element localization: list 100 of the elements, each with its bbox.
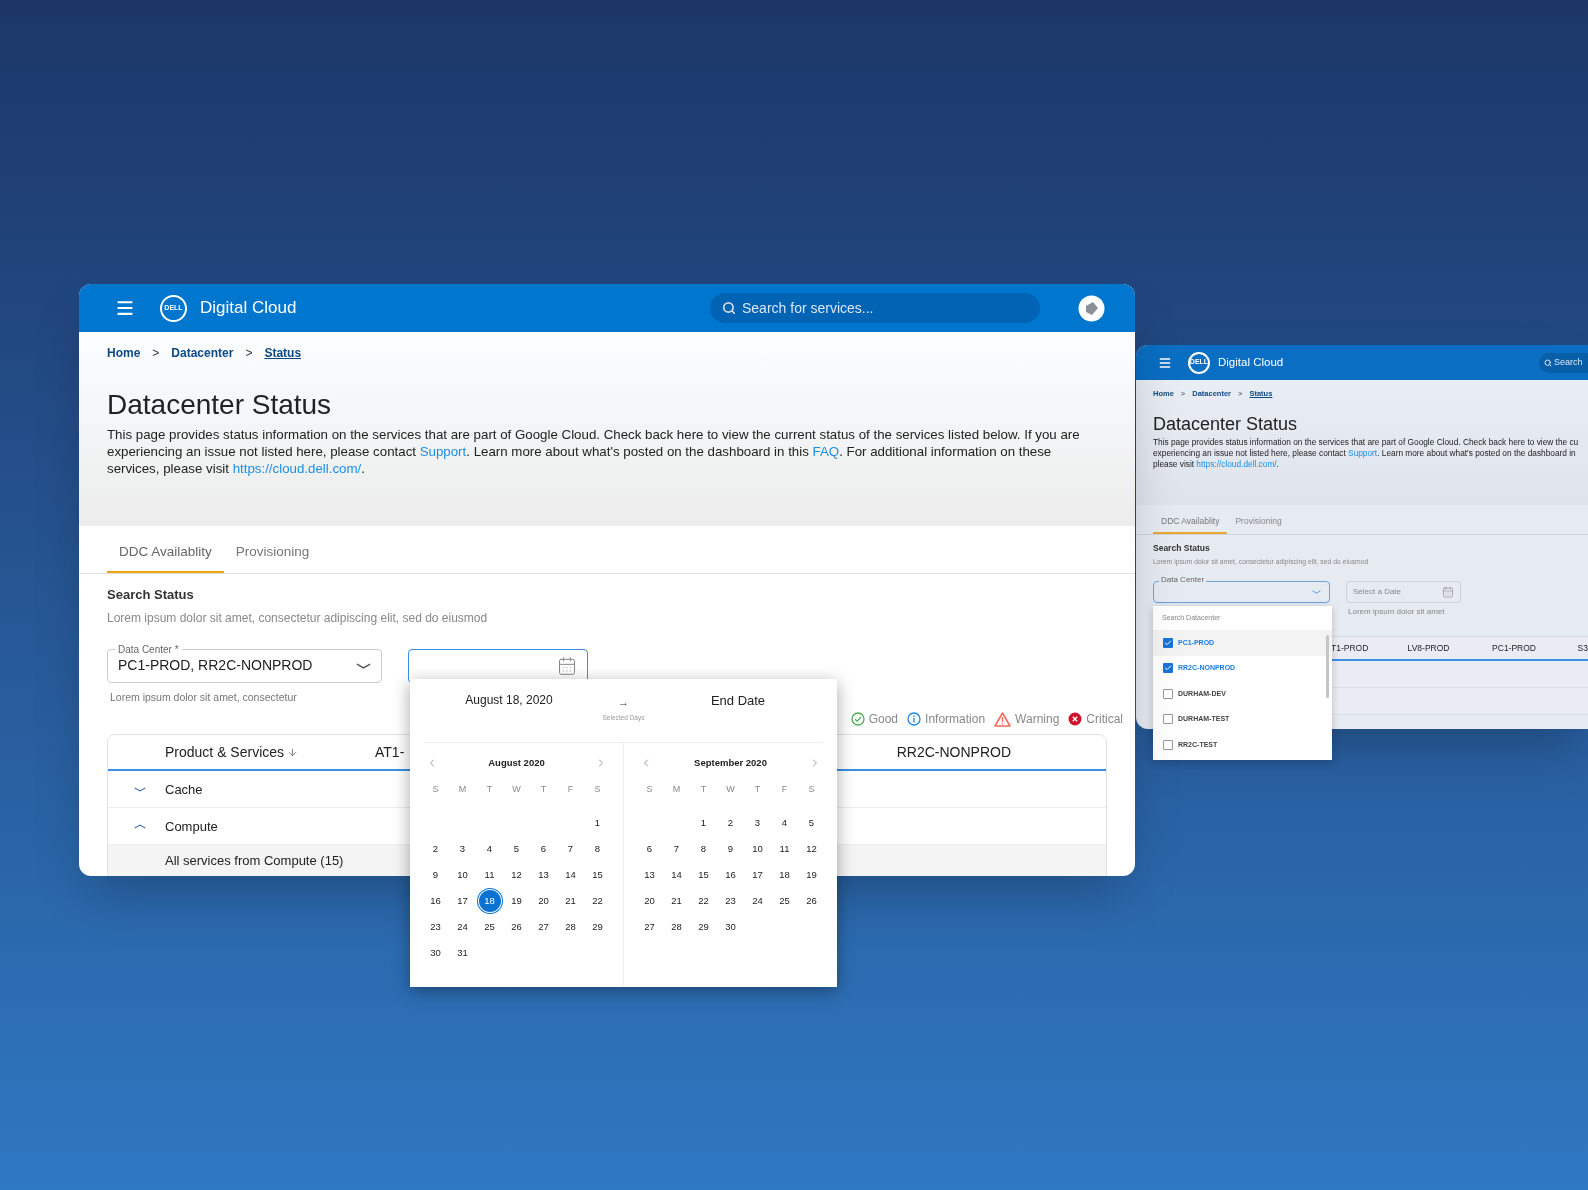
calendar-day[interactable]: 24 [451, 916, 474, 938]
sort-arrow-icon[interactable] [287, 746, 299, 758]
end-date[interactable]: End Date [653, 691, 823, 711]
column-header[interactable]: AT1- [375, 741, 405, 763]
calendar-day[interactable]: 10 [746, 838, 769, 860]
calendar-day[interactable]: 25 [478, 916, 501, 938]
calendar-day[interactable]: 22 [692, 890, 715, 912]
search-field[interactable]: Search [1539, 352, 1588, 373]
calendar-day[interactable]: 18 [478, 890, 501, 912]
calendar-day[interactable]: 25 [773, 890, 796, 912]
weekday-label: S [645, 783, 654, 797]
calendar-day[interactable]: 6 [638, 838, 661, 860]
calendar-icon[interactable] [557, 655, 577, 676]
calendar-day[interactable]: 8 [586, 838, 609, 860]
calendar-day[interactable]: 28 [665, 916, 688, 938]
calendar-day[interactable]: 3 [451, 838, 474, 860]
checkbox[interactable] [1163, 739, 1173, 750]
calendar-day[interactable]: 12 [800, 838, 823, 860]
breadcrumb-link[interactable]: Status [264, 344, 302, 362]
calendar-day[interactable]: 19 [800, 864, 823, 886]
weekday-label: T [485, 783, 494, 797]
calendar-day[interactable]: 27 [532, 916, 555, 938]
calendar-day[interactable]: 21 [559, 890, 582, 912]
section-heading: Search Status [1153, 542, 1211, 555]
calendar-day[interactable]: 11 [773, 838, 796, 860]
calendar-day[interactable]: 4 [478, 838, 501, 860]
column-header[interactable]: PC1-PROD [1492, 641, 1578, 655]
weekday-label: S [807, 783, 816, 797]
calendar-day[interactable]: 30 [424, 942, 447, 964]
tab[interactable]: DDC Availablity [1153, 510, 1228, 534]
calendar-day[interactable]: 16 [719, 864, 742, 886]
avatar-icon[interactable] [1078, 294, 1105, 322]
calendar-day[interactable]: 9 [424, 864, 447, 886]
calendar-day[interactable]: 19 [505, 890, 528, 912]
month-title: September 2020 [694, 755, 767, 770]
breadcrumb-link[interactable]: Home [107, 344, 141, 362]
column-header[interactable]: T1-PROD [1331, 641, 1408, 655]
calendar-day[interactable]: 7 [559, 838, 582, 860]
menu-icon[interactable] [115, 298, 135, 318]
column-header[interactable]: Product & Services [165, 741, 285, 763]
calendar-day[interactable]: 14 [665, 864, 688, 886]
calendar-day[interactable]: 26 [800, 890, 823, 912]
search-field[interactable]: Search for services... [710, 293, 1040, 323]
column-header[interactable]: RR2C-NONPROD [896, 741, 1011, 763]
calendar-day[interactable]: 3 [746, 812, 769, 834]
scrollbar[interactable] [1326, 635, 1329, 698]
calendar-day[interactable]: 2 [424, 838, 447, 860]
breadcrumb-link[interactable]: Datacenter [171, 344, 234, 362]
calendar-day[interactable]: 23 [424, 916, 447, 938]
calendar-day[interactable]: 17 [451, 890, 474, 912]
calendar-day[interactable]: 5 [800, 812, 823, 834]
column-header[interactable]: LV8-PROD [1407, 641, 1493, 655]
start-date[interactable]: August 18, 2020 [424, 691, 594, 709]
calendar-day[interactable]: 9 [719, 838, 742, 860]
calendar-day[interactable]: 21 [665, 890, 688, 912]
calendar-icon[interactable] [1442, 585, 1454, 598]
checkbox[interactable] [1163, 663, 1173, 674]
calendar-day[interactable]: 4 [773, 812, 796, 834]
calendar-day[interactable]: 20 [532, 890, 555, 912]
calendar-day[interactable]: 13 [532, 864, 555, 886]
calendar-day[interactable]: 22 [586, 890, 609, 912]
calendar-day[interactable]: 27 [638, 916, 661, 938]
calendar-day[interactable]: 14 [559, 864, 582, 886]
tab[interactable]: Provisioning [223, 533, 322, 573]
menu-icon[interactable] [1158, 355, 1172, 370]
calendar-day[interactable]: 16 [424, 890, 447, 912]
chevron-down-icon[interactable] [356, 662, 371, 669]
field-label: Data Center [1159, 574, 1207, 585]
calendar-day[interactable]: 11 [478, 864, 501, 886]
checkbox[interactable] [1163, 714, 1173, 725]
calendar-day[interactable]: 28 [559, 916, 582, 938]
calendar-day[interactable]: 8 [692, 838, 715, 860]
checkbox[interactable] [1163, 637, 1173, 648]
calendar-day[interactable]: 1 [586, 812, 609, 834]
calendar-day[interactable]: 17 [746, 864, 769, 886]
calendar-day[interactable]: 7 [665, 838, 688, 860]
checkbox[interactable] [1163, 688, 1173, 699]
calendar-day[interactable]: 18 [773, 864, 796, 886]
calendar-day[interactable]: 31 [451, 942, 474, 964]
tab[interactable]: DDC Availablity [107, 533, 224, 573]
calendar-day[interactable]: 30 [719, 916, 742, 938]
chevron-down-icon[interactable] [134, 786, 146, 792]
calendar-day[interactable]: 1 [692, 812, 715, 834]
calendar-day[interactable]: 20 [638, 890, 661, 912]
calendar-day[interactable]: 2 [719, 812, 742, 834]
column-header[interactable]: S3 [1577, 641, 1588, 655]
chevron-up-icon[interactable] [134, 823, 146, 829]
calendar-day[interactable]: 5 [505, 838, 528, 860]
calendar-day[interactable]: 6 [532, 838, 555, 860]
calendar-day[interactable]: 24 [746, 890, 769, 912]
calendar-day[interactable]: 26 [505, 916, 528, 938]
calendar-day[interactable]: 15 [586, 864, 609, 886]
calendar-day[interactable]: 13 [638, 864, 661, 886]
calendar-day[interactable]: 15 [692, 864, 715, 886]
calendar-day[interactable]: 12 [505, 864, 528, 886]
calendar-day[interactable]: 10 [451, 864, 474, 886]
calendar-day[interactable]: 23 [719, 890, 742, 912]
calendar-day[interactable]: 29 [586, 916, 609, 938]
calendar-day[interactable]: 29 [692, 916, 715, 938]
weekday-label: F [780, 783, 789, 797]
